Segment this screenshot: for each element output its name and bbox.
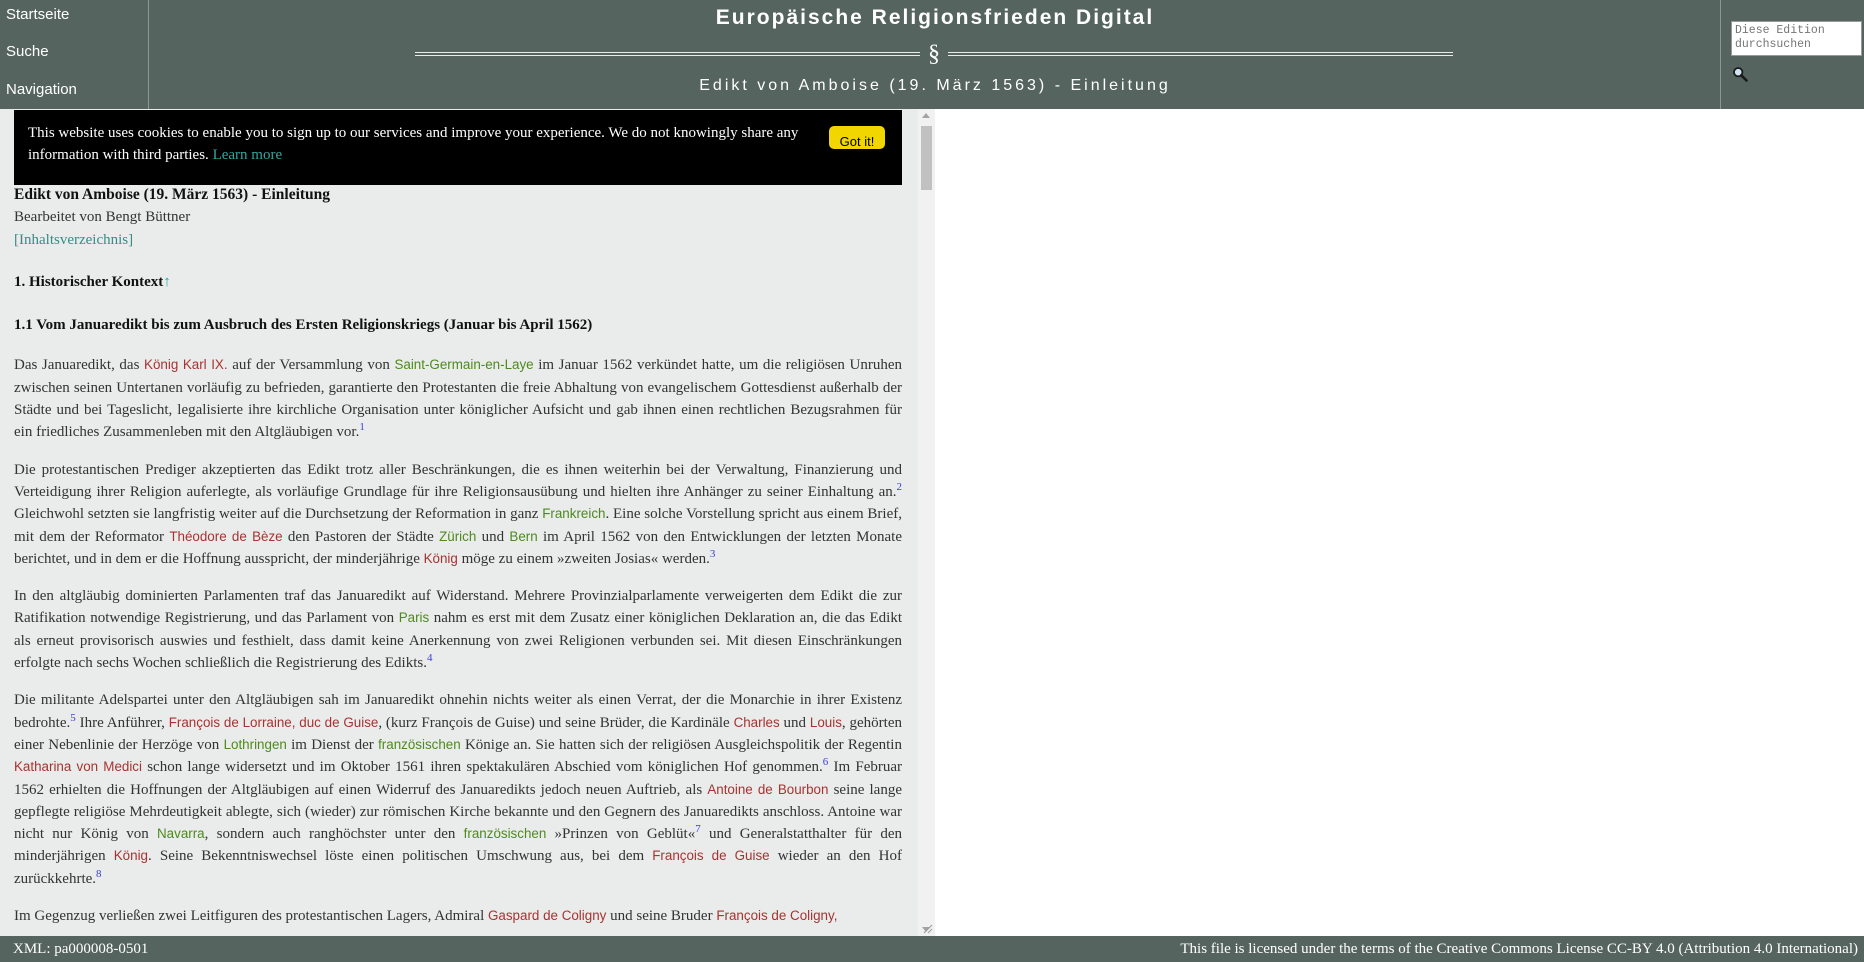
text-run: möge zu einem »zweiten Josias« werden. [457, 550, 710, 567]
text-run: und [779, 714, 810, 731]
person-link[interactable]: König [114, 848, 148, 863]
text-run: im Dienst der [286, 736, 379, 753]
content-panel[interactable]: Edikt von Amboise (19. März 1563) - Einl… [0, 109, 935, 936]
cookie-banner: This website uses cookies to enable you … [14, 110, 902, 185]
text-run: , (kurz François de Guise) und seine Brü… [378, 714, 734, 731]
ornament-line-right [948, 52, 1453, 56]
person-link[interactable]: König [424, 551, 458, 566]
site-title: Europäische Religionsfrieden Digital [715, 6, 1155, 29]
text-run: und seine Bruder [606, 908, 717, 925]
main-nav: Startseite Suche Navigation [0, 0, 149, 109]
text-run: schon lange widersetzt und im Oktober 15… [141, 759, 823, 776]
content-scrollbar[interactable] [918, 109, 935, 936]
toc-link[interactable]: [Inhaltsverzeichnis] [14, 232, 133, 248]
section-ornament: § [415, 40, 1453, 68]
person-link[interactable]: Gaspard de Coligny [488, 908, 606, 923]
text-run: Die protestantischen Prediger akzeptiert… [14, 461, 902, 500]
place-link[interactable]: Saint-Germain-en-Laye [394, 357, 533, 372]
text-run: und [476, 528, 510, 545]
cookie-message: This website uses cookies to enable you … [28, 122, 818, 166]
edition-search-input[interactable] [1731, 21, 1862, 56]
person-link[interactable]: Charles [734, 715, 780, 730]
scroll-up-arrow-icon[interactable] [922, 113, 930, 118]
title-area: Europäische Religionsfrieden Digital § E… [150, 0, 1720, 109]
text-run: Ihre Anführer, [75, 714, 169, 731]
paragraph-2: Die protestantischen Prediger akzeptiert… [14, 459, 902, 570]
paragraph-1: Das Januaredikt, das König Karl IX. auf … [14, 354, 902, 443]
site-header: Startseite Suche Navigation Europäische … [0, 0, 1864, 109]
person-link[interactable]: König Karl IX. [144, 357, 228, 372]
person-link[interactable]: François de Coligny, [716, 908, 837, 923]
text-run: . Seine Bekenntniswechsel löste einen po… [148, 848, 653, 865]
nav-search-link[interactable]: Suche [6, 43, 49, 60]
person-link[interactable]: Théodore de Bèze [169, 529, 282, 544]
scroll-thumb[interactable] [921, 126, 932, 190]
cookie-learn-more-link[interactable]: Learn more [213, 147, 283, 163]
place-link[interactable]: Lothringen [224, 737, 287, 752]
place-link[interactable]: französischen [464, 826, 547, 841]
place-link[interactable]: Bern [509, 529, 537, 544]
footnote-ref[interactable]: 1 [359, 421, 365, 433]
person-link[interactable]: François de Guise [652, 848, 769, 863]
place-link[interactable]: Paris [399, 610, 430, 625]
place-link[interactable]: Frankreich [542, 506, 605, 521]
nav-home-link[interactable]: Startseite [6, 6, 69, 23]
footnote-ref[interactable]: 8 [96, 868, 102, 880]
subsection-heading: 1.1 Vom Januaredikt bis zum Ausbruch des… [14, 317, 593, 334]
place-link[interactable]: Zürich [439, 529, 476, 544]
nav-navigation-link[interactable]: Navigation [6, 81, 77, 98]
footnote-ref[interactable]: 4 [427, 652, 433, 664]
text-run: Gleichwohl setzten sie langfristig weite… [14, 506, 543, 523]
section-heading: 1. Historischer Kontext↑ [14, 271, 902, 293]
place-link[interactable]: französischen [378, 737, 461, 752]
text-run: Im Gegenzug verließen zwei Leitfiguren d… [14, 908, 488, 925]
footnote-ref[interactable]: 2 [897, 481, 903, 493]
search-area [1720, 0, 1864, 109]
text-run: den Pastoren der Städte [282, 528, 440, 545]
footnote-ref[interactable]: 3 [710, 548, 716, 560]
xml-id: XML: pa000008-0501 [13, 941, 149, 957]
place-link[interactable]: Navarra [157, 826, 205, 841]
license-notice: This file is licensed under the terms of… [1180, 941, 1858, 957]
text-run: »Prinzen von Geblüt« [546, 826, 696, 843]
magnifier-icon[interactable] [1732, 66, 1748, 82]
text-run: auf der Versammlung von [227, 357, 395, 374]
back-to-top-arrow-icon[interactable]: ↑ [163, 274, 171, 290]
document-body: Edikt von Amboise (19. März 1563) - Einl… [14, 184, 902, 927]
page-subtitle: Edikt von Amboise (19. März 1563) - Einl… [699, 77, 1171, 94]
cookie-text: This website uses cookies to enable you … [28, 125, 799, 163]
paragraph-4: Die militante Adelspartei unter den Altg… [14, 689, 902, 890]
section-1-title: 1. Historischer Kontext [14, 273, 164, 290]
cookie-accept-button[interactable]: Got it! [829, 126, 885, 149]
document-title: Edikt von Amboise (19. März 1563) - Einl… [14, 186, 331, 203]
site-footer: XML: pa000008-0501 This file is licensed… [0, 936, 1864, 962]
text-run: Das Januaredikt, das [14, 357, 145, 374]
paragraph-3: In den altgläubig dominierten Parlamente… [14, 585, 902, 674]
person-link[interactable]: François de Lorraine, duc de Guise [169, 715, 379, 730]
resize-grip-icon[interactable] [921, 922, 933, 934]
text-run: Könige an. Sie hatten sich der religiöse… [460, 736, 902, 753]
text-run: , sondern auch ranghöchster unter den [204, 826, 464, 843]
person-link[interactable]: Antoine de Bourbon [707, 782, 828, 797]
paragraph-5: Im Gegenzug verließen zwei Leitfiguren d… [14, 905, 902, 927]
person-link[interactable]: Louis [810, 715, 842, 730]
person-link[interactable]: Katharina von Medici [14, 759, 142, 774]
document-byline: Bearbeitet von Bengt Büttner [14, 209, 191, 226]
